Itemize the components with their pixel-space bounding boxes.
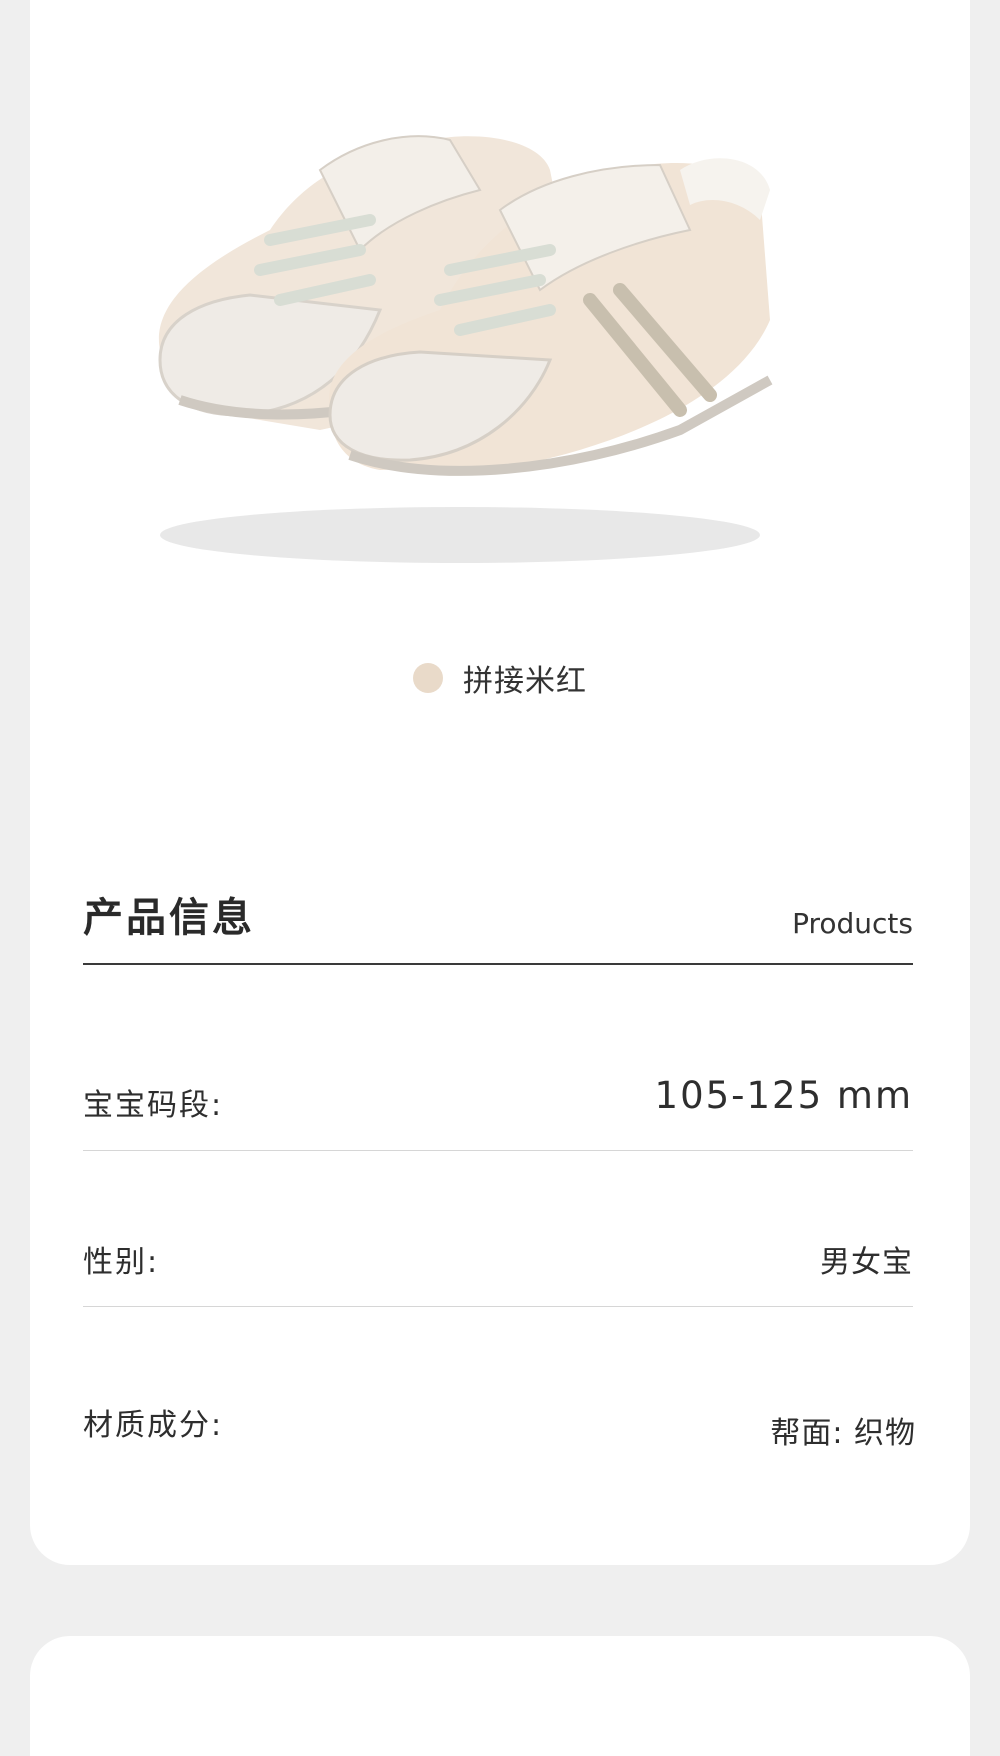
section-title: 产品信息 [83,895,255,941]
spec-row-size: 宝宝码段: 105-125 mm [83,1070,913,1151]
color-swatch [413,663,443,693]
section-title-en: Products [792,907,913,940]
color-name: 拼接米红 [463,664,587,699]
product-image [158,135,773,563]
color-option[interactable]: 拼接米红 [0,656,1000,700]
next-card [30,1636,970,1756]
spec-row-gender: 性别: 男女宝 [83,1225,913,1307]
spec-value: 帮面: 织物 [770,1416,916,1451]
section-header: 产品信息 Products [83,885,913,965]
spec-label: 材质成分: [83,1408,224,1443]
spec-label: 宝宝码段: [83,1088,224,1123]
spec-value: 男女宝 [820,1245,913,1280]
spec-row-material: 材质成分: 帮面: 织物 [83,1400,916,1460]
spec-value: 105-125 mm [654,1074,913,1117]
spec-label: 性别: [83,1245,160,1280]
